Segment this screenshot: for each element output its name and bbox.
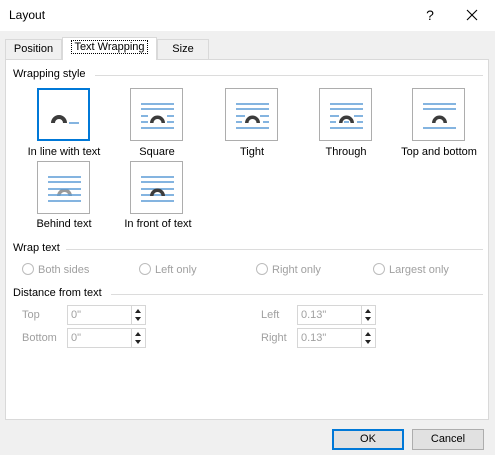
ok-button[interactable]: OK	[332, 429, 404, 450]
top-distance-field[interactable]: 0"	[67, 305, 146, 325]
radio-largest-only-label: Largest only	[389, 264, 449, 276]
wrap-text-label: Wrap text	[13, 242, 60, 254]
spin-down-icon[interactable]	[365, 340, 371, 344]
top-distance-value: 0"	[71, 309, 82, 321]
wrap-square-button[interactable]	[130, 88, 183, 141]
wrap-tight-label: Tight	[239, 146, 265, 158]
radio-circle	[373, 263, 385, 275]
tab-position[interactable]: Position	[5, 39, 62, 59]
inline-icon	[51, 115, 79, 124]
spin-up-icon[interactable]	[135, 309, 141, 313]
radio-right-only[interactable]: Right only	[256, 263, 321, 276]
wrap-behind-text-label: Behind text	[36, 218, 92, 230]
dialog-title: Layout	[9, 8, 46, 22]
top-bottom-wrap-icon	[423, 103, 456, 129]
spin-up-icon[interactable]	[135, 332, 141, 336]
wrap-tight-button[interactable]	[225, 88, 278, 141]
wrap-inline-button[interactable]	[37, 88, 90, 141]
radio-left-only-label: Left only	[155, 264, 197, 276]
spin-down-icon[interactable]	[135, 340, 141, 344]
tight-wrap-icon	[236, 103, 269, 129]
radio-left-only[interactable]: Left only	[139, 263, 197, 276]
spin-down-icon[interactable]	[135, 317, 141, 321]
top-distance-label: Top	[22, 309, 40, 321]
tab-text-wrapping[interactable]: Text Wrapping	[62, 37, 157, 60]
group-divider	[66, 249, 483, 250]
bottom-distance-value: 0"	[71, 332, 82, 344]
radio-right-only-label: Right only	[272, 264, 321, 276]
bottom-distance-spinner[interactable]	[131, 329, 145, 347]
right-distance-spinner[interactable]	[361, 329, 375, 347]
radio-circle	[256, 263, 268, 275]
wrap-top-bottom-button[interactable]	[412, 88, 465, 141]
right-distance-field[interactable]: 0.13"	[297, 328, 376, 348]
through-wrap-icon	[330, 103, 363, 129]
wrap-inline-label: In line with text	[27, 146, 101, 158]
square-wrap-icon	[141, 103, 174, 129]
spin-up-icon[interactable]	[365, 332, 371, 336]
right-distance-value: 0.13"	[301, 332, 327, 344]
wrap-in-front-text-label: In front of text	[124, 218, 192, 230]
wrap-behind-text-button[interactable]	[37, 161, 90, 214]
radio-circle	[139, 263, 151, 275]
tab-size[interactable]: Size	[157, 39, 209, 59]
cancel-button[interactable]: Cancel	[412, 429, 484, 450]
left-distance-label: Left	[261, 309, 280, 321]
tab-text-wrapping-label: Text Wrapping	[71, 40, 148, 54]
spin-down-icon[interactable]	[365, 317, 371, 321]
help-button[interactable]: ?	[418, 2, 442, 28]
right-distance-label: Right	[261, 332, 287, 344]
bottom-distance-label: Bottom	[22, 332, 57, 344]
left-distance-value: 0.13"	[301, 309, 327, 321]
left-distance-spinner[interactable]	[361, 306, 375, 324]
spin-up-icon[interactable]	[365, 309, 371, 313]
wrap-top-bottom-label: Top and bottom	[401, 146, 477, 158]
close-button[interactable]	[458, 2, 486, 28]
close-icon	[466, 9, 478, 21]
title-bar: Layout ?	[0, 0, 495, 31]
distance-label: Distance from text	[13, 287, 102, 299]
in-front-text-icon	[141, 176, 174, 202]
group-divider	[95, 75, 483, 76]
behind-text-icon	[48, 176, 81, 202]
radio-largest-only[interactable]: Largest only	[373, 263, 449, 276]
wrap-in-front-text-button[interactable]	[130, 161, 183, 214]
bottom-distance-field[interactable]: 0"	[67, 328, 146, 348]
wrap-through-button[interactable]	[319, 88, 372, 141]
wrap-square-label: Square	[139, 146, 175, 158]
top-distance-spinner[interactable]	[131, 306, 145, 324]
radio-circle	[22, 263, 34, 275]
group-divider	[111, 294, 483, 295]
radio-both-sides-label: Both sides	[38, 264, 90, 276]
radio-both-sides[interactable]: Both sides	[22, 263, 89, 276]
left-distance-field[interactable]: 0.13"	[297, 305, 376, 325]
wrapping-style-label: Wrapping style	[13, 68, 86, 80]
wrap-through-label: Through	[325, 146, 367, 158]
